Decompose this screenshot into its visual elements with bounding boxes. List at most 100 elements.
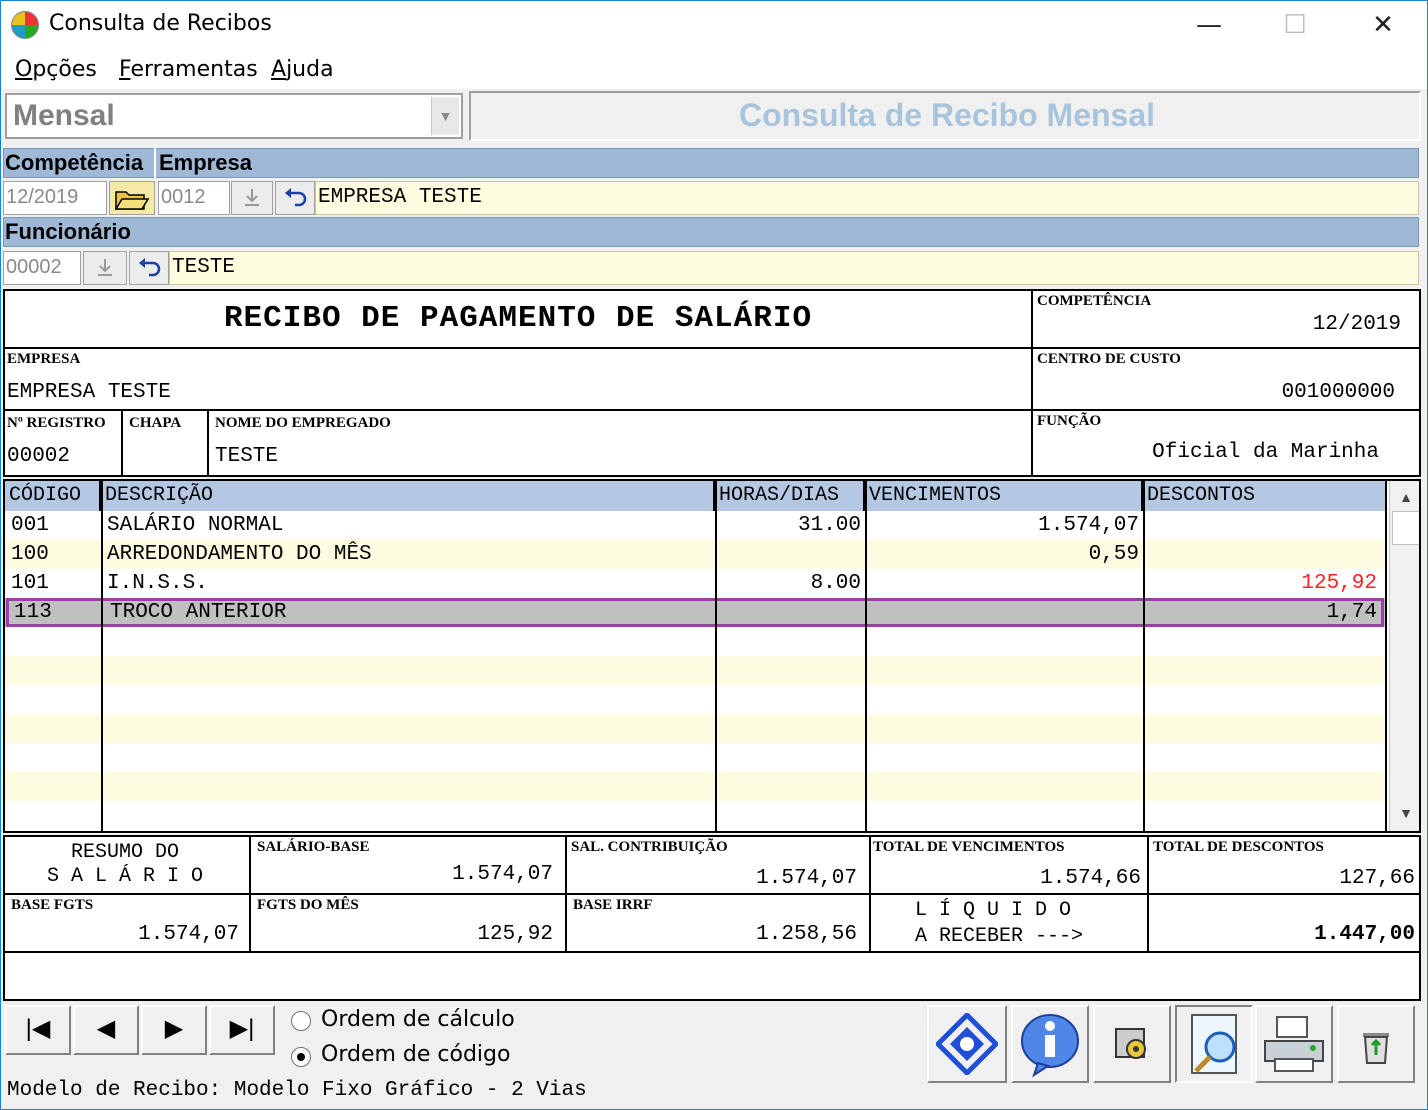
receipt-type-select[interactable]: Mensal ▼ bbox=[5, 93, 463, 139]
menu-ajuda[interactable]: Ajuda bbox=[271, 57, 334, 82]
total-venc-value: 1.574,66 bbox=[1040, 867, 1141, 890]
menu-ferramentas[interactable]: Ferramentas bbox=[119, 57, 258, 82]
menu-opcoes[interactable]: Opções bbox=[15, 57, 97, 82]
salary-summary: RESUMO DO S A L Á R I O SALÁRIO-BASE 1.5… bbox=[3, 835, 1421, 1001]
column-header-descontos[interactable]: DESCONTOS bbox=[1143, 481, 1387, 511]
info-button[interactable] bbox=[1011, 1005, 1089, 1083]
competencia-label: Competência bbox=[5, 150, 144, 175]
last-record-button[interactable]: ▶| bbox=[209, 1005, 275, 1055]
scroll-up-button[interactable]: ▲ bbox=[1392, 483, 1419, 511]
column-header-descricao[interactable]: DESCRIÇÃO bbox=[101, 481, 715, 511]
liquido-line1: L Í Q U I D O bbox=[915, 899, 1072, 922]
chevron-down-icon[interactable]: ▼ bbox=[431, 97, 459, 135]
menu-ferramentas-hotkey: F bbox=[119, 57, 131, 82]
column-divider bbox=[1385, 481, 1387, 831]
base-irrf-label: BASE IRRF bbox=[573, 897, 653, 913]
maximize-button[interactable]: ☐ bbox=[1251, 1, 1339, 49]
table-row-selected[interactable]: 113 TROCO ANTERIOR 1,74 bbox=[6, 598, 1384, 627]
order-code-label[interactable]: Ordem de código bbox=[321, 1042, 510, 1067]
receipt-chapa-label: CHAPA bbox=[129, 415, 182, 431]
column-divider bbox=[865, 481, 867, 831]
receipt-title: RECIBO DE PAGAMENTO DE SALÁRIO bbox=[223, 301, 813, 336]
column-header-codigo[interactable]: CÓDIGO bbox=[5, 481, 101, 511]
undo-icon bbox=[285, 188, 307, 207]
competencia-cell: COMPETÊNCIA 12/2019 bbox=[1033, 291, 1419, 349]
salario-base-label: SALÁRIO-BASE bbox=[257, 839, 370, 855]
print-button[interactable] bbox=[1255, 1005, 1333, 1083]
empresa-search-button[interactable] bbox=[231, 181, 273, 215]
settings-button[interactable] bbox=[1093, 1005, 1171, 1083]
column-header-horas[interactable]: HORAS/DIAS bbox=[715, 481, 865, 511]
screen-title-box: Consulta de Recibo Mensal bbox=[469, 91, 1421, 141]
funcionario-header-band bbox=[3, 217, 1419, 247]
scroll-down-button[interactable]: ▼ bbox=[1392, 799, 1419, 827]
stripe bbox=[5, 714, 1385, 743]
undo-icon bbox=[139, 258, 161, 277]
order-calc-label[interactable]: Ordem de cálculo bbox=[321, 1007, 515, 1032]
empresa-label: Empresa bbox=[159, 150, 252, 175]
funcionario-name-field: TESTE bbox=[169, 251, 1419, 285]
menu-opcoes-hotkey: O bbox=[15, 57, 33, 82]
minimize-button[interactable]: — bbox=[1165, 1, 1253, 49]
funcionario-undo-button[interactable] bbox=[129, 251, 169, 285]
status-text: Modelo de Recibo: Modelo Fixo Gráfico - … bbox=[7, 1079, 587, 1102]
next-record-button[interactable]: ▶ bbox=[141, 1005, 207, 1055]
base-fgts-cell: BASE FGTS 1.574,07 bbox=[5, 895, 251, 953]
scroll-thumb[interactable] bbox=[1392, 511, 1419, 545]
nome-cell: NOME DO EMPREGADO TESTE bbox=[209, 411, 1033, 475]
table-row[interactable]: 101 I.N.S.S. 8.00 125,92 bbox=[5, 569, 1385, 598]
menu-bar: Opções Ferramentas Ajuda bbox=[1, 49, 1427, 89]
resumo-line1: RESUMO DO bbox=[70, 841, 180, 864]
competencia-input[interactable]: 12/2019 bbox=[3, 181, 107, 215]
delete-button[interactable] bbox=[1337, 1005, 1415, 1083]
vertical-scrollbar[interactable]: ▲ ▼ bbox=[1389, 481, 1419, 831]
sal-contrib-cell: SAL. CONTRIBUIÇÃO 1.574,07 bbox=[567, 837, 871, 895]
cell-descontos: 125,92 bbox=[1301, 572, 1377, 595]
prev-record-button[interactable]: ◀ bbox=[73, 1005, 139, 1055]
total-desc-value: 127,66 bbox=[1339, 867, 1415, 890]
empresa-undo-button[interactable] bbox=[275, 181, 315, 215]
funcao-cell: FUNÇÃO Oficial da Marinha bbox=[1033, 411, 1419, 475]
empresa-cell: EMPRESA EMPRESA TESTE bbox=[5, 349, 1033, 411]
base-irrf-cell: BASE IRRF 1.258,56 bbox=[567, 895, 871, 953]
open-folder-button[interactable] bbox=[109, 181, 155, 215]
receipt-type-value: Mensal bbox=[13, 99, 115, 132]
registro-cell: Nº REGISTRO 00002 bbox=[5, 411, 123, 475]
cell-descontos: 1,74 bbox=[1326, 601, 1377, 624]
funcionario-code-input[interactable]: 00002 bbox=[3, 251, 81, 285]
receipt-centro-label: CENTRO DE CUSTO bbox=[1037, 351, 1181, 367]
cell-descricao: TROCO ANTERIOR bbox=[110, 601, 287, 624]
printer-icon bbox=[1264, 1016, 1324, 1072]
funcionario-search-button[interactable] bbox=[83, 251, 127, 285]
info-icon bbox=[1021, 1014, 1079, 1078]
recycle-bin-icon bbox=[1363, 1033, 1389, 1064]
column-header-vencimentos[interactable]: VENCIMENTOS bbox=[865, 481, 1143, 511]
receipt-competencia-value: 12/2019 bbox=[1312, 313, 1401, 336]
grid-body: 001 SALÁRIO NORMAL 31.00 1.574,07 100 AR… bbox=[5, 511, 1387, 831]
empresa-code-input[interactable]: 0012 bbox=[158, 181, 230, 215]
first-record-button[interactable]: |◀ bbox=[5, 1005, 71, 1055]
resumo-cell: RESUMO DO S A L Á R I O bbox=[5, 837, 251, 895]
chapa-cell: CHAPA bbox=[123, 411, 209, 475]
cell-codigo: 113 bbox=[14, 601, 52, 624]
resumo-line2: S A L Á R I O bbox=[46, 865, 204, 888]
order-calc-radio[interactable] bbox=[291, 1011, 311, 1031]
navigate-button[interactable] bbox=[927, 1005, 1007, 1083]
cell-vencimentos: 0,59 bbox=[1088, 543, 1139, 566]
table-row[interactable]: 100 ARREDONDAMENTO DO MÊS 0,59 bbox=[5, 540, 1385, 569]
column-divider bbox=[101, 481, 103, 831]
app-icon bbox=[11, 11, 39, 39]
close-button[interactable]: ✕ bbox=[1339, 1, 1427, 49]
liquido-label-cell: L Í Q U I D O A RECEBER ---> bbox=[871, 895, 1149, 953]
table-row[interactable]: 001 SALÁRIO NORMAL 31.00 1.574,07 bbox=[5, 511, 1385, 540]
preview-button[interactable] bbox=[1175, 1005, 1253, 1083]
items-grid[interactable]: CÓDIGO DESCRIÇÃO HORAS/DIAS VENCIMENTOS … bbox=[3, 479, 1421, 833]
stripe bbox=[5, 772, 1385, 801]
main-window: Consulta de Recibos — ☐ ✕ Opções Ferrame… bbox=[0, 0, 1428, 1110]
receipt-funcao-label: FUNÇÃO bbox=[1037, 413, 1102, 429]
total-desc-cell: TOTAL DE DESCONTOS 127,66 bbox=[1149, 837, 1419, 895]
receipt-empresa-label: EMPRESA bbox=[7, 351, 81, 367]
cell-descricao: I.N.S.S. bbox=[107, 572, 208, 595]
menu-ferramentas-label: erramentas bbox=[130, 57, 258, 82]
order-code-radio[interactable] bbox=[291, 1047, 311, 1067]
